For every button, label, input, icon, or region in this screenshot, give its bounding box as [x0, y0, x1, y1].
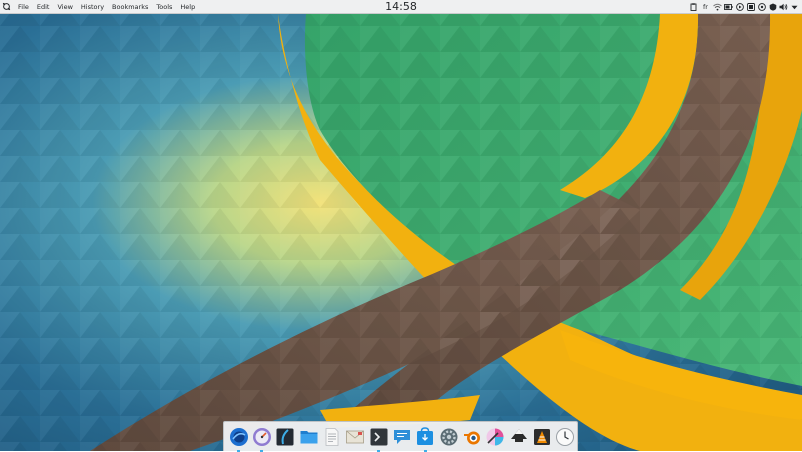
task-dock [223, 421, 578, 452]
menu-file[interactable]: File [14, 0, 33, 14]
document-icon[interactable] [320, 425, 343, 449]
vlc-icon[interactable] [530, 425, 553, 449]
clock-icon[interactable] [554, 425, 577, 449]
battery-icon[interactable] [723, 0, 734, 14]
menu-help[interactable]: Help [176, 0, 199, 14]
folder-icon[interactable] [297, 425, 320, 449]
menu-bookmarks[interactable]: Bookmarks [108, 0, 152, 14]
desktop-wallpaper [0, 0, 802, 451]
keyboard-layout[interactable]: fr [699, 0, 712, 14]
system-tray: fr [688, 0, 800, 14]
top-panel: File Edit View History Bookmarks Tools H… [0, 0, 802, 14]
mail-icon[interactable] [344, 425, 367, 449]
blender-icon[interactable] [460, 425, 483, 449]
menu-view[interactable]: View [53, 0, 76, 14]
terminal-icon[interactable] [367, 425, 390, 452]
konsole-dark-icon[interactable] [274, 425, 297, 449]
vault-icon[interactable] [756, 0, 767, 14]
settings-icon[interactable] [437, 425, 460, 449]
device-notifier-icon[interactable] [745, 0, 756, 14]
chat-icon[interactable] [390, 425, 413, 449]
network-wifi-icon[interactable] [712, 0, 723, 14]
clock[interactable]: 14:58 [375, 0, 427, 14]
system-monitor-icon[interactable] [250, 425, 273, 452]
menu-tools[interactable]: Tools [152, 0, 176, 14]
menu-history[interactable]: History [77, 0, 108, 14]
updates-icon[interactable] [767, 0, 778, 14]
tray-expand-icon[interactable] [789, 0, 800, 14]
menu-edit[interactable]: Edit [33, 0, 54, 14]
inkscape-icon[interactable] [507, 425, 530, 449]
app-launcher-icon[interactable] [227, 425, 250, 452]
media-player-icon[interactable] [734, 0, 745, 14]
volume-icon[interactable] [778, 0, 789, 14]
kde-logo-icon[interactable] [1, 0, 11, 14]
software-center-icon[interactable] [414, 425, 437, 452]
color-picker-icon[interactable] [484, 425, 507, 449]
global-menu: File Edit View History Bookmarks Tools H… [14, 0, 199, 14]
clipboard-icon[interactable] [688, 0, 699, 14]
